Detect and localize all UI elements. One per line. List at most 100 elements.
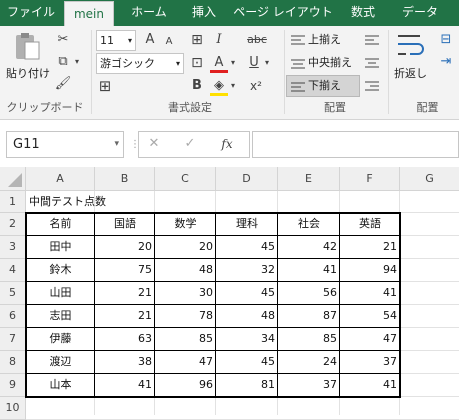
name-cell[interactable]: 山田 — [26, 282, 95, 305]
row-header[interactable]: 6 — [0, 305, 26, 328]
score-cell[interactable]: 78 — [155, 305, 216, 328]
name-cell[interactable]: 鈴木 — [26, 259, 95, 282]
score-cell[interactable]: 63 — [95, 328, 155, 351]
border-style-icon[interactable]: ⊡ — [187, 53, 207, 73]
chevron-down-icon[interactable]: ▾ — [228, 53, 238, 73]
score-cell[interactable]: 21 — [340, 236, 400, 259]
bold-button[interactable]: B — [187, 76, 207, 96]
font-color-button[interactable]: A — [210, 53, 228, 73]
fill-color-icon[interactable]: ◈ — [210, 76, 228, 96]
strikethrough-button[interactable]: abc — [244, 30, 270, 50]
score-cell[interactable]: 37 — [340, 351, 400, 374]
score-cell[interactable]: 41 — [340, 374, 400, 397]
font-grow-button[interactable]: A — [140, 30, 160, 50]
align-right-icon[interactable] — [364, 79, 380, 93]
column-header[interactable]: B — [95, 167, 155, 191]
score-cell[interactable]: 37 — [278, 374, 340, 397]
row-header[interactable]: 9 — [0, 374, 26, 397]
score-cell[interactable]: 47 — [340, 328, 400, 351]
score-cell[interactable]: 20 — [95, 236, 155, 259]
score-cell[interactable]: 41 — [340, 282, 400, 305]
align-center-icon[interactable] — [364, 56, 380, 70]
borders-all-icon[interactable]: ⊞ — [187, 30, 207, 50]
score-cell[interactable]: 45 — [216, 282, 278, 305]
select-all-corner[interactable] — [0, 167, 26, 191]
row-header[interactable]: 5 — [0, 282, 26, 305]
align-middle-button[interactable]: 中央揃え — [308, 53, 364, 73]
score-cell[interactable]: 20 — [155, 236, 216, 259]
enter-icon[interactable]: ✓ — [180, 134, 200, 154]
indent-icon[interactable]: ⇥ — [436, 52, 456, 72]
score-cell[interactable]: 54 — [340, 305, 400, 328]
wrap-text-button[interactable]: 折返し — [394, 64, 434, 84]
score-cell[interactable]: 87 — [278, 305, 340, 328]
score-cell[interactable]: 21 — [95, 305, 155, 328]
chevron-down-icon[interactable]: ▾ — [262, 53, 272, 73]
row-header[interactable]: 8 — [0, 351, 26, 374]
align-left-icon[interactable] — [364, 33, 380, 47]
score-cell[interactable]: 24 — [278, 351, 340, 374]
column-header[interactable]: A — [26, 167, 95, 191]
font-name-select[interactable]: 游ゴシック ▾ — [96, 53, 184, 74]
splitter-handle[interactable]: ⋮ — [130, 137, 140, 153]
score-cell[interactable]: 48 — [216, 305, 278, 328]
merge-icon[interactable]: ⊟ — [436, 30, 456, 50]
score-cell[interactable]: 96 — [155, 374, 216, 397]
row-header[interactable]: 10 — [0, 397, 26, 420]
name-cell[interactable]: 山本 — [26, 374, 95, 397]
worksheet-grid[interactable]: A B C D E F G 1 2 3 4 5 6 7 8 9 10 中間テスト点数 名前 国語 数学 理科 社会 英語 田中 2… — [0, 167, 459, 420]
cut-icon[interactable]: ✂ — [54, 30, 72, 50]
score-cell[interactable]: 81 — [216, 374, 278, 397]
paste-icon[interactable] — [10, 32, 46, 62]
align-bottom-button[interactable]: 下揃え — [308, 76, 358, 96]
name-cell[interactable]: 渡辺 — [26, 351, 95, 374]
underline-button[interactable]: U — [246, 53, 262, 73]
name-box[interactable]: G11 ▾ — [6, 131, 124, 158]
score-cell[interactable]: 75 — [95, 259, 155, 282]
superscript-icon[interactable]: x² — [246, 76, 266, 96]
tab-formulas[interactable]: 数式 — [342, 0, 384, 26]
copy-dropdown-icon[interactable]: ▾ — [72, 52, 82, 72]
table-header-cell[interactable]: 名前 — [26, 213, 95, 236]
tab-data[interactable]: データ — [392, 0, 448, 26]
row-header[interactable]: 7 — [0, 328, 26, 351]
align-top-button[interactable]: 上揃え — [308, 30, 358, 50]
tab-mein[interactable]: mein — [64, 1, 114, 26]
paste-button[interactable]: 貼り付け — [6, 64, 54, 84]
score-cell[interactable]: 85 — [278, 328, 340, 351]
insert-function-icon[interactable]: fx — [216, 134, 238, 154]
score-cell[interactable]: 56 — [278, 282, 340, 305]
score-cell[interactable]: 85 — [155, 328, 216, 351]
cancel-icon[interactable]: ✕ — [144, 134, 164, 154]
score-cell[interactable]: 32 — [216, 259, 278, 282]
score-cell[interactable]: 30 — [155, 282, 216, 305]
column-header[interactable]: E — [278, 167, 340, 191]
score-cell[interactable]: 45 — [216, 236, 278, 259]
row-header[interactable]: 3 — [0, 236, 26, 259]
italic-button[interactable]: I — [210, 30, 228, 50]
copy-icon[interactable]: ⧉ — [54, 52, 72, 72]
column-header[interactable]: F — [340, 167, 400, 191]
font-size-select[interactable]: 11 ▾ — [96, 30, 136, 51]
chevron-down-icon[interactable]: ▾ — [228, 76, 238, 96]
score-cell[interactable]: 94 — [340, 259, 400, 282]
name-cell[interactable]: 志田 — [26, 305, 95, 328]
score-cell[interactable]: 45 — [216, 351, 278, 374]
score-cell[interactable]: 41 — [278, 259, 340, 282]
row-header[interactable]: 1 — [0, 191, 26, 213]
score-cell[interactable]: 34 — [216, 328, 278, 351]
table-header-cell[interactable]: 社会 — [278, 213, 340, 236]
borders-icon[interactable]: ⊞ — [96, 76, 114, 96]
format-painter-icon[interactable]: 🖌 — [54, 74, 72, 94]
score-cell[interactable]: 41 — [95, 374, 155, 397]
score-cell[interactable]: 38 — [95, 351, 155, 374]
table-header-cell[interactable]: 英語 — [340, 213, 400, 236]
name-cell[interactable]: 伊藤 — [26, 328, 95, 351]
table-header-cell[interactable]: 数学 — [155, 213, 216, 236]
wrap-text-icon[interactable] — [396, 32, 426, 60]
score-cell[interactable]: 42 — [278, 236, 340, 259]
score-cell[interactable]: 47 — [155, 351, 216, 374]
tab-file[interactable]: ファイル — [4, 0, 58, 26]
name-cell[interactable]: 田中 — [26, 236, 95, 259]
font-shrink-button[interactable]: A — [160, 32, 178, 50]
